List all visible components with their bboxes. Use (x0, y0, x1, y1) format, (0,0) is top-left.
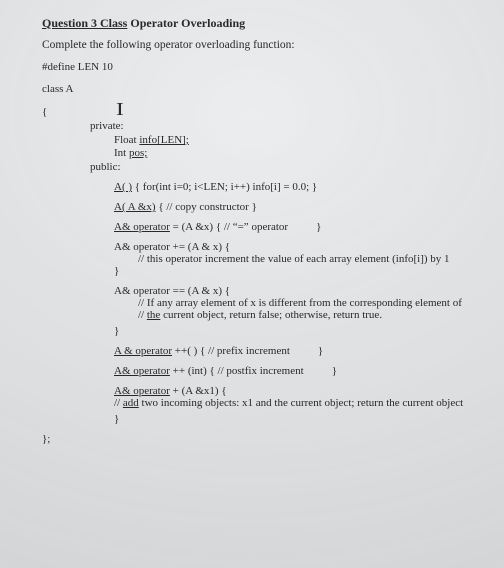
class-decl: class A (42, 83, 476, 95)
pluseq-op: A& operator += (A & x) { // this operato… (114, 241, 476, 277)
plus-line: A& operator + (A &x1) { (114, 385, 476, 397)
class-body: private: Float info[LEN]; Int pos; publi… (42, 120, 476, 425)
plus-mid: + (A &x1) { (170, 385, 227, 397)
open-brace: { (42, 106, 47, 118)
pre-mid: ++( ) { // prefix increment (172, 345, 290, 357)
open-brace-row: { I (42, 99, 476, 118)
close-brace: }; (42, 433, 476, 445)
copy-body: { // copy constructor } (156, 201, 257, 213)
prefix-op: A & operator ++( ) { // prefix increment… (114, 345, 476, 357)
eqeq-c2b: the (147, 309, 160, 321)
member-pos: Int pos; (114, 147, 476, 159)
info-name: info[LEN]; (139, 134, 188, 146)
pluseq-close: } (114, 265, 476, 277)
info-type: Float (114, 134, 139, 146)
question-heading: Question 3 Class Operator Overloading (42, 16, 476, 31)
intro-text: Complete the following operator overload… (42, 39, 476, 51)
post-sig: A& operator (114, 365, 170, 377)
define-line: #define LEN 10 (42, 61, 476, 73)
postfix-op: A& operator ++ (int) { // postfix increm… (114, 365, 476, 377)
heading-prefix: Question 3 (42, 16, 97, 30)
assign-sig: A& operator (114, 221, 170, 233)
assign-mid: = (A &x) { // “=” operator (170, 221, 288, 233)
plus-sig: A& operator (114, 385, 170, 397)
plus-c1a: // (114, 397, 123, 409)
post-mid: ++ (int) { // postfix increment (170, 365, 304, 377)
private-label: private: (90, 120, 476, 132)
plus-c1b: add (123, 397, 139, 409)
copy-ctor: A( A &x) { // copy constructor } (114, 201, 476, 213)
eqeq-c2c: current object, return false; otherwise,… (160, 309, 382, 321)
pluseq-sig: A& operator += (A & x) { (114, 241, 476, 253)
ctor-sig: A( ) (114, 181, 132, 193)
text-cursor-icon: I (116, 99, 125, 120)
eqeq-comment-1: // If any array element of x is differen… (114, 297, 476, 309)
heading-tail: Operator Overloading (127, 16, 245, 30)
post-close: } (332, 365, 337, 377)
private-members: Float info[LEN]; Int pos; (90, 134, 476, 159)
copy-sig: A( A &x) (114, 201, 156, 213)
ctor-body: { for(int i=0; i<LEN; i++) info[i] = 0.0… (132, 181, 317, 193)
pos-type: Int (114, 147, 129, 159)
eqeq-close: } (114, 325, 476, 337)
plus-close: } (114, 413, 476, 425)
heading-rest: Class (97, 16, 127, 30)
pos-name: pos; (129, 147, 147, 159)
pre-close: } (318, 345, 323, 357)
plus-comment: // add two incoming objects: x1 and the … (114, 397, 476, 409)
public-members: A( ) { for(int i=0; i<LEN; i++) info[i] … (90, 181, 476, 425)
eqeq-op: A& operator == (A & x) { // If any array… (114, 285, 476, 337)
plus-op: A& operator + (A &x1) { // add two incom… (114, 385, 476, 425)
assign-close: } (316, 221, 321, 233)
eqeq-comment-2: // the current object, return false; oth… (114, 309, 476, 321)
pluseq-comment: // this operator increment the value of … (114, 253, 476, 265)
pre-sig: A & operator (114, 345, 172, 357)
document-page: Question 3 Class Operator Overloading Co… (0, 0, 504, 465)
eqeq-c2a: // (138, 309, 147, 321)
eqeq-sig: A& operator == (A & x) { (114, 285, 476, 297)
ctor: A( ) { for(int i=0; i<LEN; i++) info[i] … (114, 181, 476, 193)
public-label: public: (90, 161, 476, 173)
member-info: Float info[LEN]; (114, 134, 476, 146)
assign-op: A& operator = (A &x) { // “=” operator} (114, 221, 476, 233)
plus-c1c: two incoming objects: x1 and the current… (139, 397, 463, 409)
